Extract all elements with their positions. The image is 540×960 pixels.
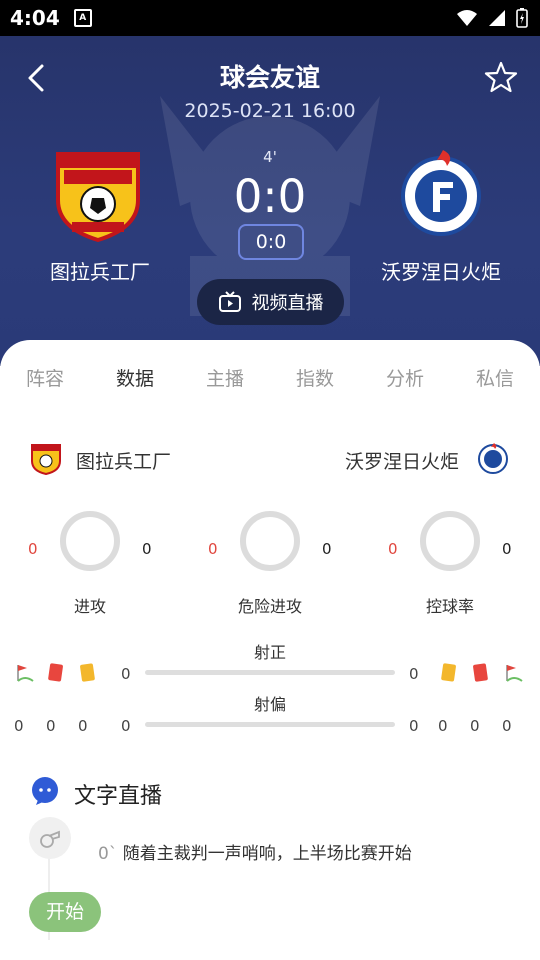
tv-play-icon — [218, 291, 241, 312]
favorite-star-icon[interactable] — [484, 60, 518, 94]
stats-home-team-name: 图拉兵工厂 — [76, 451, 172, 473]
shots-off-target-label: 射偏 — [253, 695, 286, 714]
tab-data[interactable]: 数据 — [116, 364, 154, 391]
away-yellow-cards-value: 0 — [438, 717, 448, 735]
stats-away-team-name: 沃罗涅日火炬 — [345, 451, 460, 473]
home-corners-value: 0 — [14, 717, 24, 735]
signal-icon — [489, 10, 505, 26]
chat-bubble-icon — [32, 777, 58, 805]
possession-away-value: 0 — [502, 540, 512, 558]
away-red-cards-value: 0 — [470, 717, 480, 735]
home-red-card-icon — [48, 663, 63, 682]
live-event-row: 0` 随着主裁判一声哨响，上半场比赛开始 — [98, 839, 412, 864]
half-time-score: 0:0 — [238, 224, 304, 260]
tab-bar: 阵容 数据 主播 指数 分析 私信 — [0, 364, 540, 394]
home-red-cards-value: 0 — [46, 717, 56, 735]
tab-lineup[interactable]: 阵容 — [26, 364, 64, 391]
match-header: 球会友谊 2025-02-21 16:00 4' 0:0 0:0 图拉兵工厂 沃… — [0, 36, 540, 366]
attack-home-value: 0 — [28, 540, 38, 558]
live-event-text: 随着主裁判一声哨响，上半场比赛开始 — [122, 844, 412, 864]
status-bar: 4:04 A — [0, 0, 540, 36]
match-score: 0:0 — [233, 170, 307, 223]
possession-ring — [420, 511, 480, 571]
tab-analysis[interactable]: 分析 — [386, 364, 424, 391]
tab-odds[interactable]: 指数 — [296, 364, 334, 391]
tab-anchor[interactable]: 主播 — [206, 364, 244, 391]
wifi-icon — [457, 10, 477, 26]
attack-ring — [60, 511, 120, 571]
dangerous-attack-home-value: 0 — [208, 540, 218, 558]
dangerous-attack-label: 危险进攻 — [237, 597, 302, 616]
away-team-name[interactable]: 沃罗涅日火炬 — [381, 256, 501, 285]
away-team-small-logo — [478, 443, 508, 474]
video-live-button[interactable]: 视频直播 — [197, 279, 344, 325]
live-event-minute: 0` — [98, 844, 118, 864]
possession-label: 控球率 — [425, 597, 474, 616]
battery-icon — [516, 8, 528, 28]
possession-home-value: 0 — [388, 540, 398, 558]
match-minute: 4' — [263, 148, 277, 166]
shots-off-target-away-value: 0 — [409, 717, 419, 735]
home-yellow-cards-value: 0 — [78, 717, 88, 735]
start-badge[interactable]: 开始 — [29, 892, 101, 932]
whistle-badge — [29, 817, 71, 859]
home-corner-flag-icon — [17, 665, 34, 682]
shots-on-target-home-value: 0 — [121, 665, 131, 683]
away-corner-flag-icon — [506, 665, 523, 682]
attack-away-value: 0 — [142, 540, 152, 558]
dangerous-attack-away-value: 0 — [322, 540, 332, 558]
tab-messages[interactable]: 私信 — [476, 364, 514, 391]
shots-off-target-bar — [145, 722, 395, 727]
page-title: 球会友谊 — [219, 63, 320, 92]
shots-on-target-bar — [145, 670, 395, 675]
away-yellow-card-icon — [441, 663, 456, 682]
notification-icon: A — [73, 9, 92, 27]
content-sheet: 阵容 数据 主播 指数 分析 私信 图拉兵工厂 沃罗涅日火炬 0 0 进攻 0 … — [0, 340, 540, 960]
away-red-card-icon — [473, 663, 488, 682]
whistle-icon — [40, 830, 60, 848]
shots-on-target-away-value: 0 — [409, 665, 419, 683]
home-yellow-card-icon — [80, 663, 95, 682]
live-text-title: 文字直播 — [74, 784, 163, 809]
status-time: 4:04 — [10, 6, 60, 30]
attack-label: 进攻 — [73, 597, 106, 616]
dangerous-attack-ring — [240, 511, 300, 571]
shots-off-target-home-value: 0 — [121, 717, 131, 735]
video-live-label: 视频直播 — [251, 293, 324, 314]
match-datetime: 2025-02-21 16:00 — [184, 100, 356, 122]
away-corners-value: 0 — [502, 717, 512, 735]
shots-on-target-label: 射正 — [253, 643, 286, 662]
home-team-small-logo — [31, 444, 61, 475]
home-team-name[interactable]: 图拉兵工厂 — [50, 256, 150, 285]
